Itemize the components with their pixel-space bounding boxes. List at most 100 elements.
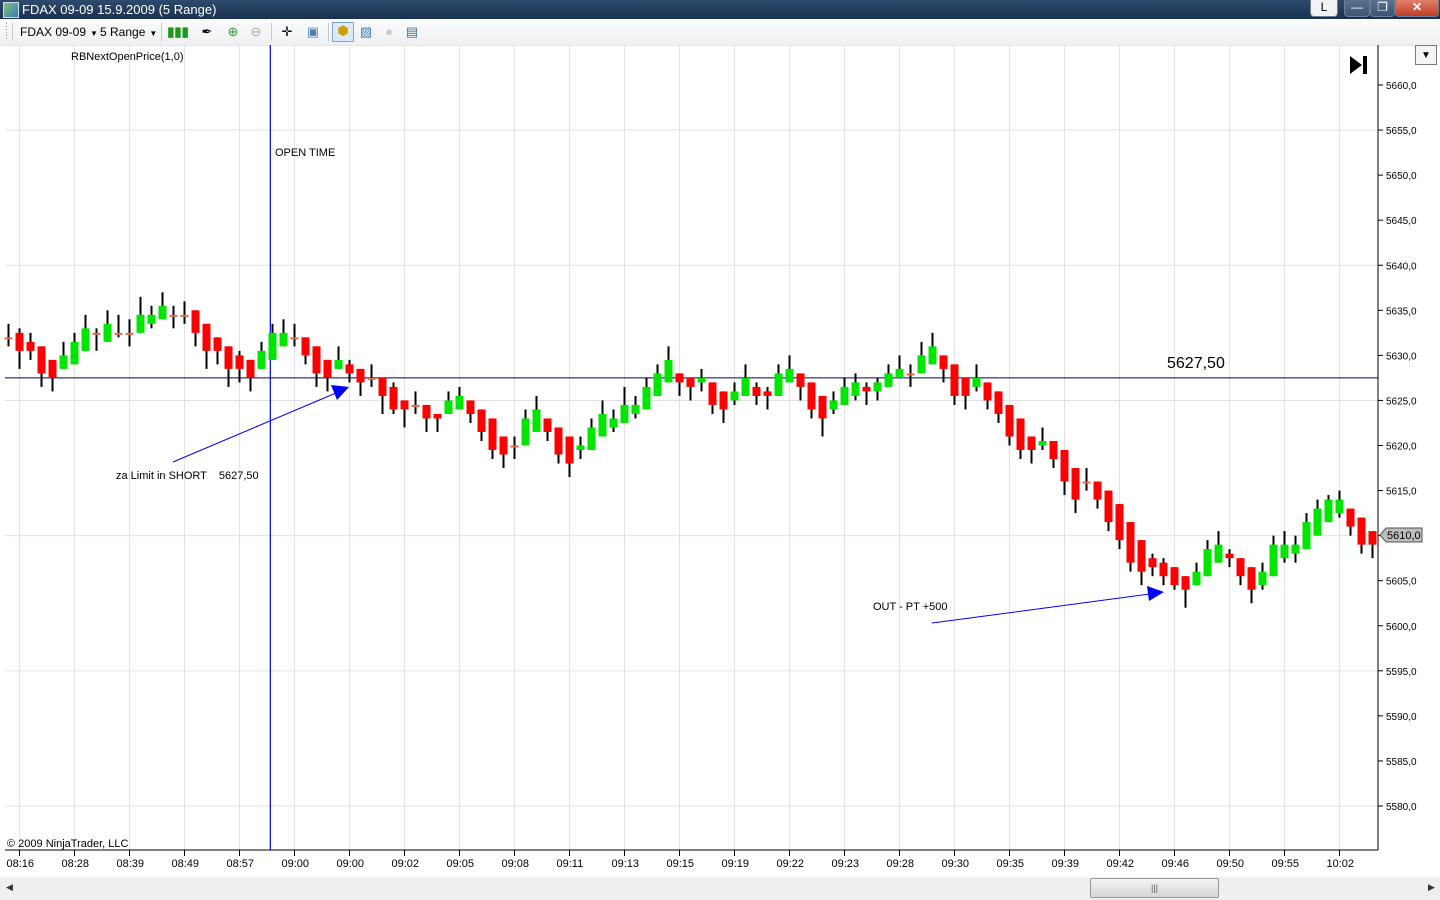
strategy-icon[interactable]: ⬢ (332, 22, 354, 42)
candle (884, 364, 893, 387)
candle (631, 395, 640, 419)
candle-body (829, 400, 838, 410)
scroll-left-icon[interactable]: ◀ (6, 882, 13, 893)
candle (114, 314, 123, 338)
link-button[interactable]: L (1310, 0, 1338, 17)
toolbar-grip[interactable] (6, 23, 7, 41)
candle (983, 382, 992, 410)
instrument-dropdown[interactable]: FDAX 09-09 ▼ (20, 24, 98, 40)
candle-body (1280, 544, 1289, 559)
candle-body (246, 359, 255, 378)
candle (686, 377, 695, 401)
candle (1093, 481, 1102, 509)
candle-body (114, 332, 123, 335)
candle-body (466, 400, 475, 414)
candle (917, 341, 926, 374)
maximize-button[interactable]: ❐ (1370, 0, 1395, 17)
pencil-icon[interactable]: ✒ (196, 24, 218, 40)
scrollbar-thumb[interactable]: ||| (1090, 878, 1219, 898)
time-tick-label: 09:50 (1217, 858, 1245, 870)
price-tick-label: 5660,0 (1386, 81, 1417, 92)
time-tick-label: 09:00 (337, 858, 365, 870)
candle-body (697, 377, 706, 383)
candle (796, 373, 805, 401)
price-tick-label: 5640,0 (1386, 261, 1417, 272)
candle-body (334, 359, 343, 369)
time-axis: 08:16 08:28 08:39 08:49 08:57 09:00 09:00 09:02… (5, 849, 1378, 870)
candle (1247, 567, 1256, 604)
candlestick-icon[interactable]: ▮▮▮ (166, 24, 190, 40)
candle (1313, 499, 1322, 536)
properties-icon[interactable]: ▣ (305, 24, 321, 40)
entry-arrow-head (331, 385, 349, 400)
minimize-button[interactable]: — (1344, 0, 1370, 17)
time-tick-label: 09:55 (1272, 858, 1300, 870)
candle-body (1115, 504, 1124, 541)
price-tick-label: 5655,0 (1386, 126, 1417, 137)
candle-body (664, 359, 673, 383)
candle (972, 364, 981, 392)
data-box-icon[interactable]: ▤ (404, 24, 420, 40)
candle-body (92, 332, 101, 335)
separator (328, 23, 329, 41)
scroll-to-end-icon[interactable] (1350, 56, 1367, 74)
horizontal-scrollbar[interactable]: ◀ ||| ▶ (0, 877, 1440, 900)
zoom-in-icon[interactable]: ⊕ (225, 24, 241, 40)
price-tick-label: 5645,0 (1386, 216, 1417, 227)
candle (609, 409, 618, 432)
candle-body (851, 382, 860, 396)
candle (455, 386, 464, 410)
candle (1016, 418, 1025, 460)
disabled-circle-icon[interactable]: ● (381, 24, 397, 40)
instrument-label: FDAX 09-09 (20, 25, 87, 39)
candle-body (1346, 508, 1355, 527)
candle (26, 332, 35, 360)
candle-body (763, 391, 772, 396)
candle-body (1027, 436, 1036, 451)
indicator-icon[interactable]: ▨ (358, 24, 374, 40)
candle (587, 418, 596, 451)
chart-options-dropdown[interactable]: ▼ (1415, 45, 1437, 65)
candle-body (686, 377, 695, 387)
copyright: © 2009 NinjaTrader, LLC (7, 838, 129, 850)
candle-body (169, 314, 178, 317)
price-chart[interactable]: 5660,0 5655,0 5650,0 5645,0 5640,0 5635,0 5630… (0, 45, 1440, 877)
time-tick-label: 09:28 (887, 858, 915, 870)
candle (48, 359, 57, 392)
candle (1192, 562, 1201, 586)
candle (1258, 562, 1267, 590)
time-tick-label: 08:49 (172, 858, 200, 870)
candle-body (653, 373, 662, 396)
candle (1357, 517, 1366, 554)
candle-body (774, 373, 783, 396)
candle (1302, 513, 1311, 550)
candle-body (565, 436, 574, 464)
candle-body (1049, 440, 1058, 460)
candle (37, 346, 46, 387)
time-tick-label: 09:00 (282, 858, 310, 870)
candle-body (1071, 468, 1080, 500)
crosshair-icon[interactable]: ✛ (276, 24, 298, 40)
candle (59, 341, 68, 369)
price-tick-label: 5585,0 (1386, 757, 1417, 768)
close-button[interactable]: ✕ (1395, 0, 1439, 17)
candle (675, 373, 684, 396)
candle (499, 436, 508, 469)
candle-body (1038, 440, 1047, 446)
candle-body (15, 332, 24, 351)
candle-body (917, 355, 926, 374)
price-tick-label: 5625,0 (1386, 396, 1417, 407)
candle-body (1258, 571, 1267, 586)
candle (554, 427, 563, 464)
app-icon (3, 2, 19, 18)
candle-body (840, 386, 849, 405)
candle (543, 418, 552, 441)
interval-dropdown[interactable]: 5 Range ▼ (100, 24, 157, 40)
candle-body (312, 346, 321, 374)
zoom-out-icon[interactable]: ⊖ (248, 24, 264, 40)
candle (1126, 522, 1135, 572)
candle-body (290, 337, 299, 340)
candle (950, 364, 959, 405)
candle-body (1313, 508, 1322, 536)
scroll-right-icon[interactable]: ▶ (1428, 882, 1435, 893)
